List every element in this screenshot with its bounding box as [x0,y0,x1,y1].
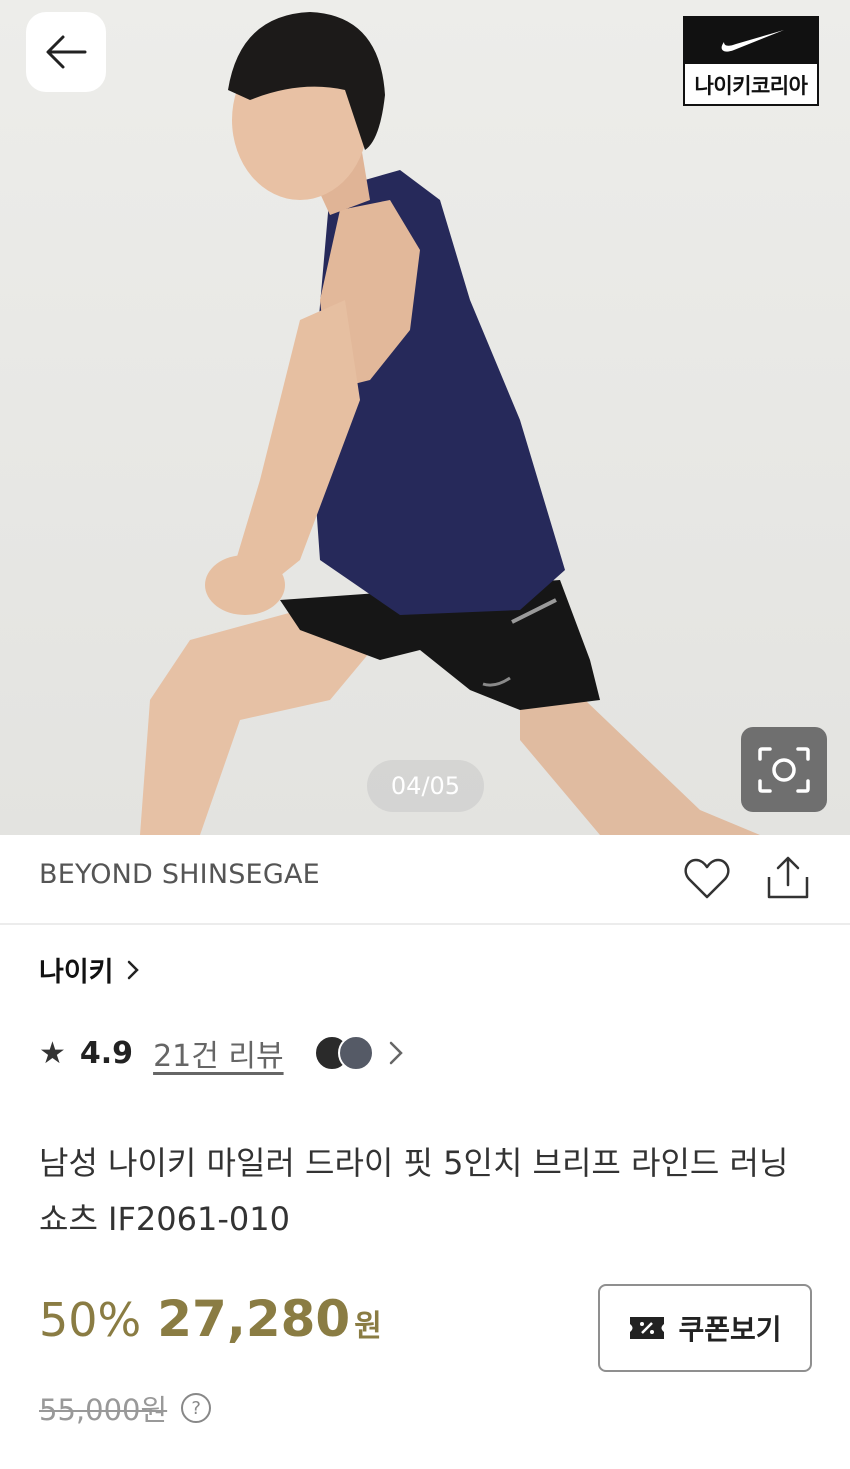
coupon-icon [630,1317,665,1339]
product-title: 남성 나이키 마일러 드라이 핏 5인치 브리프 라인드 러닝 쇼츠 IF206… [39,1144,789,1238]
sale-price: 27,280 [157,1290,351,1348]
store-bar: BEYOND SHINSEGAE [0,835,850,925]
back-button[interactable] [26,12,106,92]
nike-korea-badge[interactable]: 나이키코리아 [683,16,819,106]
star-icon: ★ [39,1035,66,1071]
view-coupon-button[interactable]: 쿠폰보기 [598,1284,812,1372]
heart-icon [684,858,730,899]
lens-search-icon [758,746,810,793]
rating-score: 4.9 [79,1035,134,1071]
share-button[interactable] [765,855,811,905]
rating-row[interactable]: ★ 4.9 21건 리뷰 [39,1030,404,1076]
review-thumbnails[interactable] [313,1035,374,1071]
badge-label: 나이키코리아 [694,74,808,98]
coupon-label: 쿠폰보기 [678,1313,782,1346]
wishlist-button[interactable] [683,857,731,905]
nike-swoosh-icon [721,30,784,52]
image-search-button[interactable] [741,727,827,812]
brand-name: 나이키 [39,957,114,988]
review-thumbnail [337,1035,374,1071]
original-price: 55,000원 [39,1393,168,1427]
back-arrow-icon [46,35,87,69]
image-counter: 04/05 [367,760,484,812]
product-photo [140,12,760,835]
chevron-right-icon [389,1041,403,1065]
store-name[interactable]: BEYOND SHINSEGAE [39,859,320,890]
chevron-right-icon [127,960,139,979]
discount-rate: 50% [39,1293,142,1347]
original-price-row: 55,000원 ? [39,1387,212,1429]
review-count-link[interactable]: 21건 리뷰 [153,1031,284,1075]
brand-link[interactable]: 나이키 [39,950,140,989]
price-info-icon[interactable]: ? [181,1393,212,1423]
share-icon [767,856,809,899]
price-row: 50% 27,280 원 [39,1290,382,1348]
currency-unit: 원 [354,1309,382,1344]
product-image-carousel[interactable]: 나이키코리아 04/05 [0,0,850,835]
